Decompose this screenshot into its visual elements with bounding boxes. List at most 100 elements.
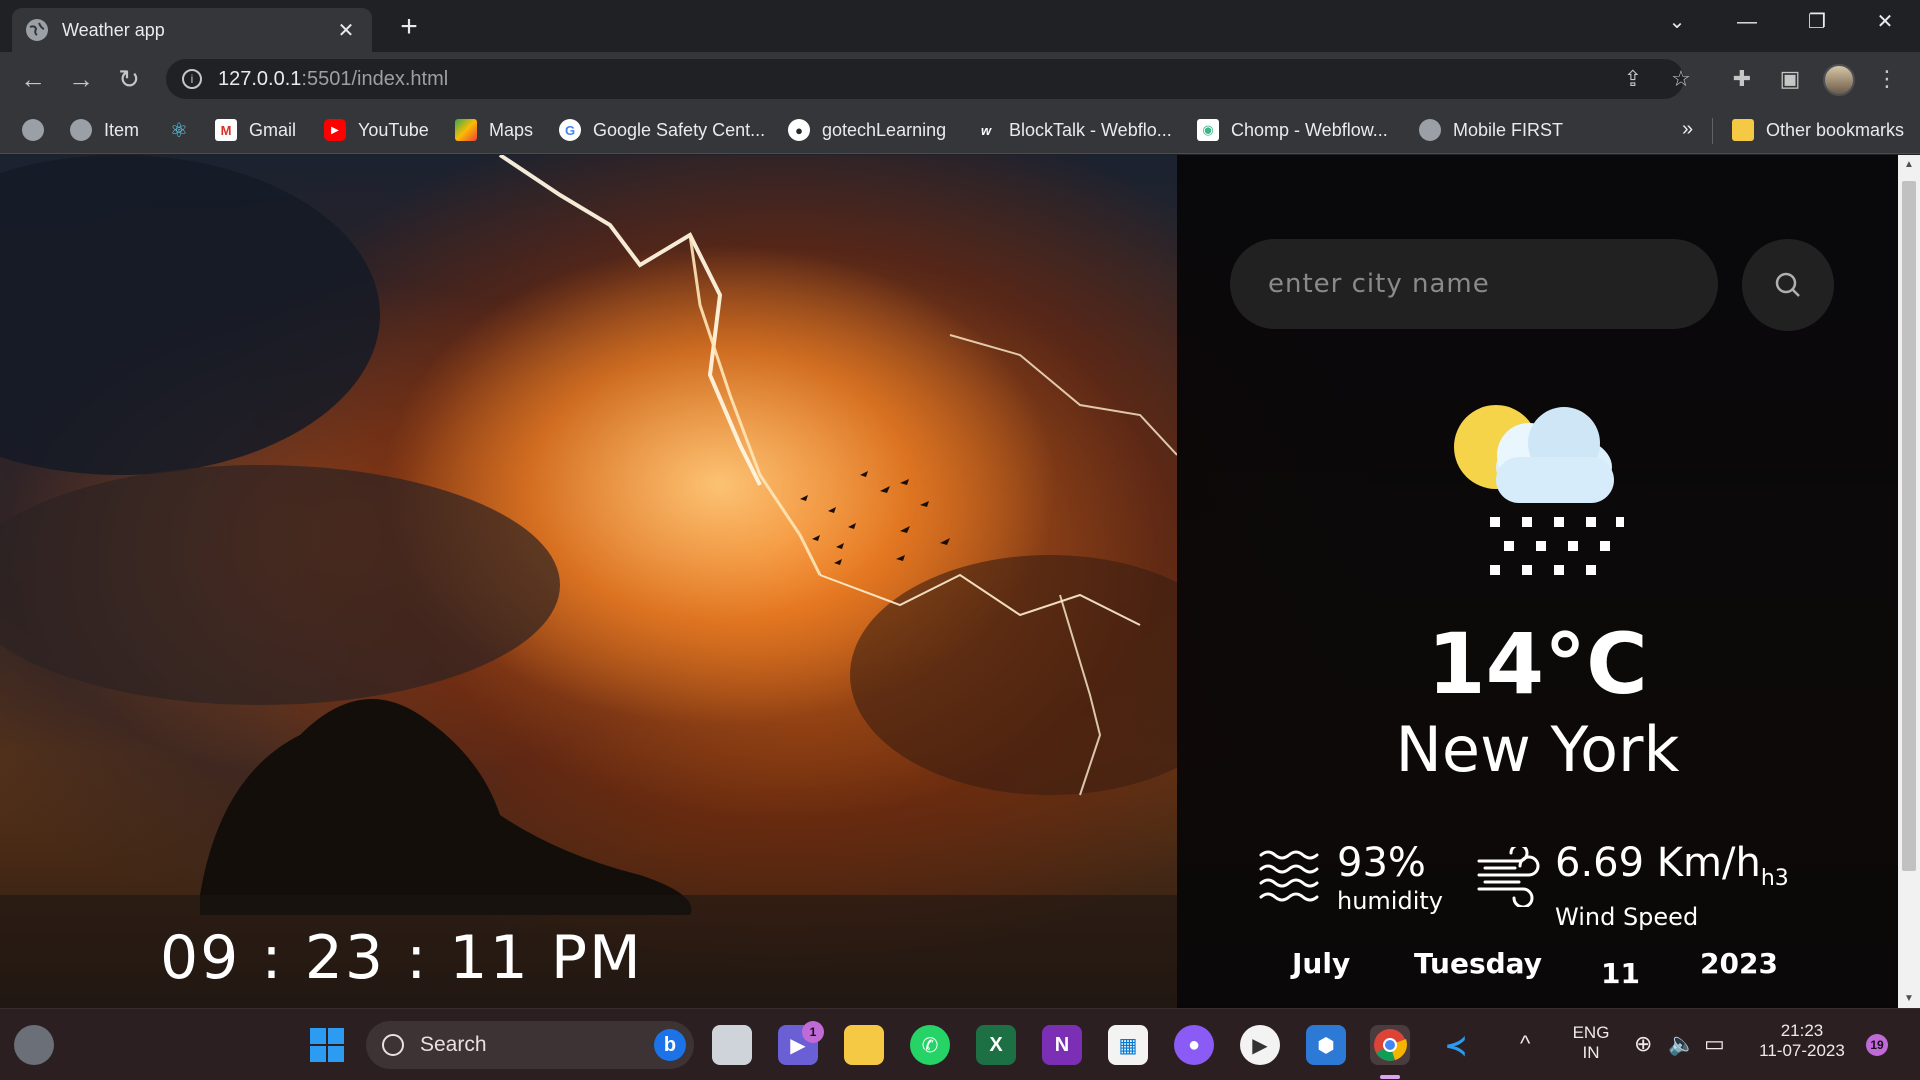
- scroll-up-arrow-icon[interactable]: ▲: [1902, 159, 1916, 170]
- bookmark-globe[interactable]: [22, 116, 44, 144]
- bookmark-label: Item: [104, 119, 140, 140]
- bookmark-gotechlearning[interactable]: ● gotechLearning: [788, 116, 946, 144]
- network-globe-icon[interactable]: ⊕: [1634, 1031, 1652, 1057]
- windows-logo-icon: [310, 1028, 344, 1062]
- bookmarks-overflow-button[interactable]: »: [1682, 118, 1693, 141]
- task-view-icon[interactable]: [712, 1025, 752, 1065]
- taskbar-date: 11-07-2023: [1759, 1041, 1845, 1060]
- city-search-input[interactable]: [1230, 239, 1718, 329]
- back-button[interactable]: ←: [16, 62, 50, 96]
- other-bookmarks-label: Other bookmarks: [1766, 119, 1905, 140]
- onenote-icon[interactable]: N: [1042, 1025, 1082, 1065]
- file-explorer-icon[interactable]: [844, 1025, 884, 1065]
- clock-area[interactable]: 21:23 11-07-2023: [1752, 1021, 1852, 1061]
- partly-cloudy-snow-icon: [1454, 405, 1624, 575]
- url-host: 127.0.0.1: [218, 67, 302, 90]
- globe-icon: [70, 119, 92, 141]
- bookmark-gmail[interactable]: M Gmail: [215, 116, 296, 144]
- tab-strip: Weather app ✕ + ⌄ — ❐ ✕: [0, 0, 1920, 52]
- tab-close-icon[interactable]: ✕: [334, 18, 358, 43]
- media-player-icon[interactable]: ▶: [1240, 1025, 1280, 1065]
- share-icon[interactable]: ⇪: [1616, 62, 1650, 96]
- youtube-icon: ▶: [324, 119, 346, 141]
- tab-title: Weather app: [62, 19, 165, 40]
- page-viewport: 09 : 23 : 11 PM 14°C New York: [0, 155, 1898, 1008]
- restore-button[interactable]: ❐: [1782, 0, 1852, 44]
- weather-widget-icon[interactable]: [14, 1025, 54, 1065]
- bing-icon[interactable]: b: [654, 1029, 686, 1061]
- humidity-waves-icon: [1259, 850, 1319, 902]
- side-panel-icon[interactable]: ▣: [1773, 62, 1807, 96]
- extensions-icon[interactable]: ✚: [1725, 62, 1759, 96]
- chrome-icon[interactable]: [1370, 1025, 1410, 1065]
- bookmark-label: Maps: [489, 119, 534, 140]
- github-icon: ●: [788, 119, 810, 141]
- volume-icon[interactable]: 🔈: [1668, 1031, 1695, 1057]
- city-name: New York: [1395, 713, 1680, 786]
- bookmark-youtube[interactable]: ▶ YouTube: [324, 116, 429, 144]
- profile-avatar[interactable]: [1823, 64, 1855, 96]
- globe-icon: [26, 19, 48, 41]
- search-icon: [1775, 272, 1800, 297]
- chrome-logo-icon: [1374, 1029, 1407, 1061]
- microsoft-store-icon[interactable]: ▦: [1108, 1025, 1148, 1065]
- whatsapp-icon[interactable]: ✆: [910, 1025, 950, 1065]
- forward-button[interactable]: →: [64, 62, 98, 96]
- minimize-button[interactable]: —: [1712, 0, 1782, 44]
- start-button[interactable]: [307, 1025, 347, 1065]
- other-bookmarks[interactable]: Other bookmarks: [1732, 116, 1904, 144]
- browser-toolbar: ← → ↻ i 127.0.0.1:5501/index.html ⇪ ☆ ✚ …: [0, 52, 1920, 106]
- address-url: 127.0.0.1:5501/index.html: [218, 68, 448, 91]
- chrome-active-indicator: [1380, 1075, 1400, 1079]
- bookmark-react[interactable]: ⚛: [168, 116, 190, 144]
- bookmarks-bar: Item ⚛ M Gmail ▶ YouTube Maps G Google Safe…: [0, 106, 1920, 154]
- bookmark-blocktalk[interactable]: w BlockTalk - Webflo...: [975, 116, 1172, 144]
- virtualbox-icon[interactable]: ⬢: [1306, 1025, 1346, 1065]
- bookmark-google-safety[interactable]: G Google Safety Cent...: [559, 116, 765, 144]
- show-hidden-icons-chevron-icon[interactable]: ^: [1520, 1031, 1530, 1057]
- close-window-button[interactable]: ✕: [1850, 0, 1920, 44]
- tab-weather-app[interactable]: Weather app ✕: [12, 8, 372, 52]
- language-indicator[interactable]: ENG IN: [1566, 1023, 1616, 1063]
- site-info-icon[interactable]: i: [182, 69, 202, 89]
- tab-search-chevron-icon[interactable]: ⌄: [1642, 0, 1712, 44]
- bookmark-chomp[interactable]: ◉ Chomp - Webflow...: [1197, 116, 1388, 144]
- globe-icon: [22, 119, 44, 141]
- react-icon: ⚛: [170, 119, 188, 142]
- bookmark-label: gotechLearning: [822, 119, 947, 140]
- battery-icon[interactable]: ▭: [1704, 1031, 1725, 1057]
- page-scrollbar[interactable]: ▲ ▼: [1898, 155, 1920, 1008]
- bookmark-label: Chomp - Webflow...: [1231, 119, 1388, 140]
- windows-taskbar: Search b ▶ 1 ✆ X N ▦ ● ▶ ⬢ ≺ ^ ENG IN ⊕ 🔈…: [0, 1008, 1920, 1080]
- search-icon: [382, 1034, 404, 1056]
- wind-label: Wind Speed: [1555, 903, 1699, 931]
- maps-icon: [455, 119, 477, 141]
- globe-icon: [1419, 119, 1441, 141]
- reload-button[interactable]: ↻: [112, 62, 146, 96]
- bookmark-label: YouTube: [358, 119, 429, 140]
- star-icon[interactable]: ☆: [1664, 62, 1698, 96]
- wind-icon: [1477, 847, 1540, 907]
- github-desktop-icon[interactable]: ●: [1174, 1025, 1214, 1065]
- search-button[interactable]: [1742, 239, 1834, 331]
- chomp-icon: ◉: [1197, 119, 1219, 141]
- folder-icon: [1732, 119, 1754, 141]
- weather-panel: 14°C New York 93% humidity: [1177, 155, 1898, 1008]
- bookmark-item[interactable]: Item: [70, 116, 139, 144]
- scrollbar-thumb[interactable]: [1902, 181, 1916, 871]
- excel-icon[interactable]: X: [976, 1025, 1016, 1065]
- vscode-icon[interactable]: ≺: [1436, 1025, 1476, 1065]
- bookmark-label: Mobile FIRST: [1453, 119, 1564, 140]
- language-line2: IN: [1582, 1043, 1600, 1062]
- humidity-label: humidity: [1337, 887, 1443, 915]
- date-month: July: [1292, 947, 1351, 980]
- humidity-value: 93%: [1337, 840, 1426, 886]
- bookmark-mobile-first[interactable]: Mobile FIRST: [1419, 116, 1563, 144]
- new-tab-button[interactable]: +: [392, 10, 426, 44]
- address-bar[interactable]: i 127.0.0.1:5501/index.html: [166, 59, 1684, 99]
- menu-kebab-icon[interactable]: ⋮: [1870, 62, 1904, 96]
- scroll-down-arrow-icon[interactable]: ▼: [1902, 993, 1916, 1004]
- taskbar-search[interactable]: Search b: [366, 1021, 694, 1069]
- bookmark-maps[interactable]: Maps: [455, 116, 533, 144]
- notification-badge[interactable]: 19: [1866, 1034, 1888, 1056]
